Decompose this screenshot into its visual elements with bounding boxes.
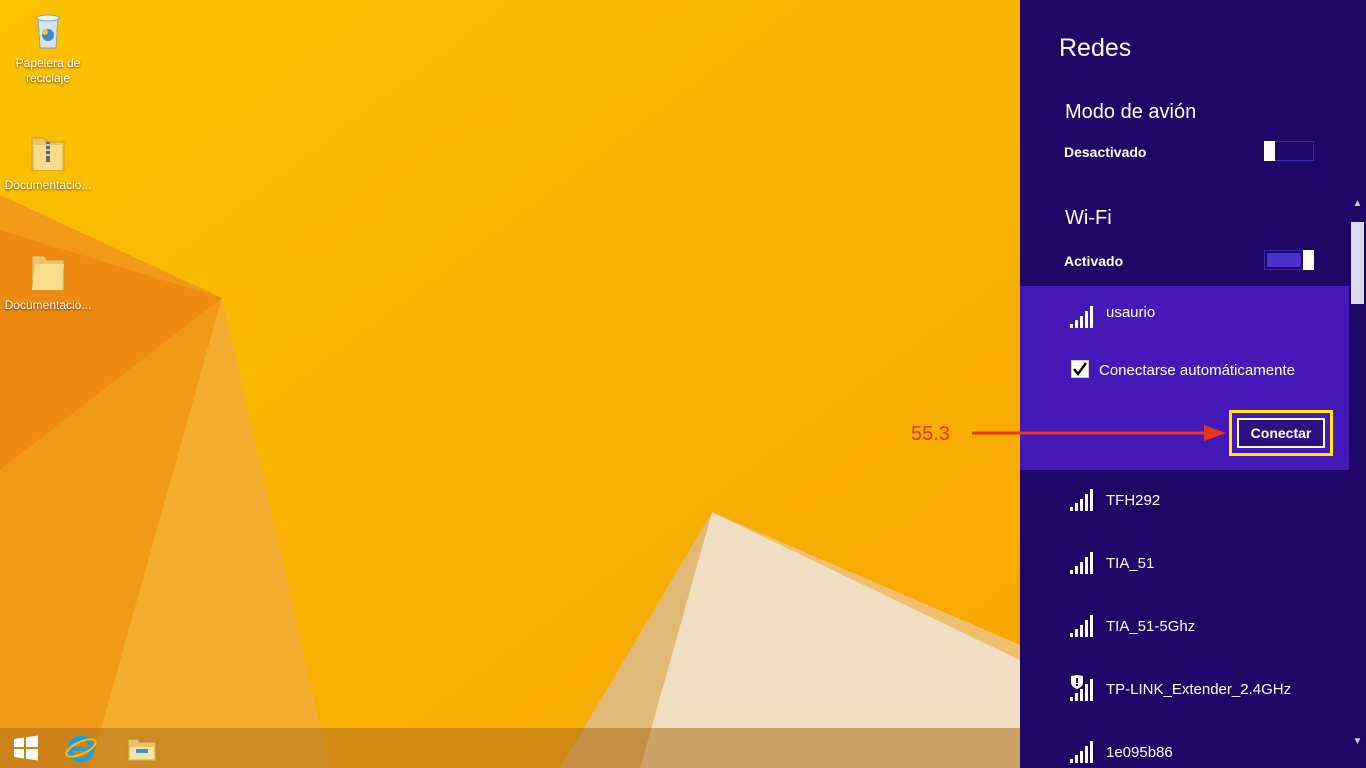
toggle-knob xyxy=(1264,141,1275,161)
desktop-icon-recycle-bin[interactable]: Papelera de reciclaje xyxy=(0,8,96,86)
airplane-mode-toggle[interactable] xyxy=(1264,141,1314,161)
network-name: TIA_51-5Ghz xyxy=(1106,618,1196,635)
network-list-scrollbar[interactable]: ▲ ▼ xyxy=(1349,186,1366,768)
connect-highlight: Conectar xyxy=(1229,410,1333,456)
taskbar-file-explorer[interactable] xyxy=(116,728,168,768)
wifi-title: Wi-Fi xyxy=(1065,207,1112,229)
auto-connect-checkbox[interactable] xyxy=(1071,360,1089,378)
wifi-signal-icon xyxy=(1070,615,1093,637)
network-name: TIA_51 xyxy=(1106,555,1155,572)
wifi-signal-icon xyxy=(1070,552,1093,574)
airplane-mode-title: Modo de avión xyxy=(1065,101,1197,123)
toggle-fill xyxy=(1267,253,1301,267)
airplane-mode-state: Desactivado xyxy=(1064,144,1147,160)
start-button[interactable] xyxy=(0,728,52,768)
desktop-wallpaper xyxy=(0,0,1020,768)
desktop-icon-label: Papelera de reciclaje xyxy=(15,56,81,85)
network-item[interactable]: 1e095b86 xyxy=(1020,735,1349,768)
folder-icon xyxy=(31,255,65,291)
desktop-icon-label: Documentacio... xyxy=(4,298,92,312)
charm-title: Redes xyxy=(1059,34,1132,62)
internet-explorer-icon xyxy=(65,735,97,763)
wifi-signal-icon xyxy=(1070,489,1093,511)
network-item[interactable]: TIA_51 xyxy=(1020,546,1349,586)
annotation-label: 55.3 xyxy=(911,423,950,445)
wifi-signal-warning-icon xyxy=(1070,675,1093,701)
network-name: usaurio xyxy=(1106,304,1156,321)
desktop-icon-label: Documentacio... xyxy=(4,178,92,192)
scroll-down-icon[interactable]: ▼ xyxy=(1349,736,1366,750)
wifi-state: Activado xyxy=(1064,253,1124,269)
recycle-bin-icon xyxy=(36,14,60,49)
auto-connect-label: Conectarse automáticamente xyxy=(1099,362,1295,379)
network-item[interactable]: TP-LINK_Extender_2.4GHz xyxy=(1020,672,1349,712)
network-name: TFH292 xyxy=(1106,492,1161,509)
network-name: TP-LINK_Extender_2.4GHz xyxy=(1106,681,1292,698)
connect-button[interactable]: Conectar xyxy=(1237,418,1325,448)
taskbar xyxy=(0,728,1020,768)
desktop-icon-documentation-folder[interactable]: Documentacio... xyxy=(0,250,96,313)
windows-start-icon xyxy=(14,735,38,761)
network-name: 1e095b86 xyxy=(1106,744,1173,761)
desktop-icon-documentation-zip[interactable]: Documentacio... xyxy=(0,130,96,193)
networks-charm-panel: Redes Modo de avión Desactivado Wi-Fi Ac… xyxy=(1020,0,1366,768)
wifi-signal-icon xyxy=(1070,306,1093,328)
scroll-thumb[interactable] xyxy=(1351,222,1364,304)
taskbar-internet-explorer[interactable] xyxy=(55,728,107,768)
toggle-knob xyxy=(1303,250,1314,270)
wifi-signal-icon xyxy=(1070,741,1093,763)
wifi-toggle[interactable] xyxy=(1264,250,1314,270)
checkmark-icon xyxy=(1073,362,1087,376)
network-item[interactable]: TFH292 xyxy=(1020,483,1349,523)
annotation-arrow-icon xyxy=(972,425,1226,441)
network-item[interactable]: TIA_51-5Ghz xyxy=(1020,609,1349,649)
scroll-up-icon[interactable]: ▲ xyxy=(1349,198,1366,212)
file-explorer-icon xyxy=(127,738,157,762)
zip-folder-icon xyxy=(31,137,65,171)
